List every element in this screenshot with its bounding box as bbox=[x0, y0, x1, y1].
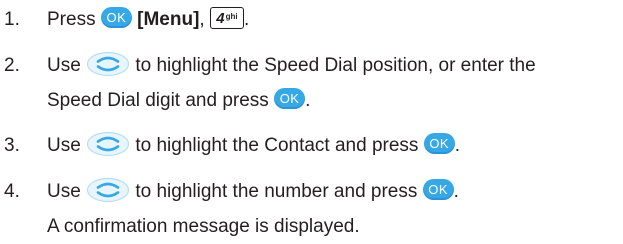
navigation-key-icon bbox=[86, 177, 130, 203]
step-body: Press OK [Menu], 4ghi. bbox=[47, 2, 249, 37]
number-key-4-icon: 4ghi bbox=[209, 6, 244, 29]
step-text: to highlight the Contact and press bbox=[135, 135, 419, 156]
step-number: 3. bbox=[4, 135, 20, 156]
step-text: Press bbox=[47, 9, 96, 30]
step-line: Use to highlight the Contact and press O… bbox=[47, 128, 460, 163]
step-number: 4. bbox=[4, 181, 20, 202]
period: . bbox=[243, 9, 250, 30]
ok-key-icon: OK bbox=[422, 179, 454, 201]
step-line: Use to highlight the number and press OK… bbox=[47, 174, 459, 209]
instruction-steps: 1. Press OK [Menu], 4ghi. 2. Use to high… bbox=[0, 0, 623, 240]
step-line: Press OK [Menu], 4ghi. bbox=[47, 2, 249, 37]
step-body: Use to highlight the Speed Dial position… bbox=[47, 48, 536, 118]
ok-key-icon: OK bbox=[423, 133, 455, 155]
navigation-key-icon bbox=[86, 131, 130, 157]
step-text: A confirmation message is displayed. bbox=[47, 216, 360, 237]
menu-label: [Menu] bbox=[137, 9, 200, 30]
step-line: A confirmation message is displayed. bbox=[47, 209, 459, 244]
comma: , bbox=[199, 9, 205, 30]
ok-key-icon: OK bbox=[274, 88, 306, 110]
step-body: Use to highlight the Contact and press O… bbox=[47, 128, 460, 163]
step-text: Use bbox=[47, 181, 81, 202]
step-text: Use bbox=[47, 135, 81, 156]
step-number: 2. bbox=[4, 55, 20, 76]
step-text: Speed Dial digit and press bbox=[47, 90, 269, 111]
period: . bbox=[305, 90, 311, 111]
period: . bbox=[453, 181, 459, 202]
step-number: 1. bbox=[4, 9, 20, 30]
period: . bbox=[454, 135, 460, 156]
step-line: Speed Dial digit and press OK. bbox=[47, 83, 536, 118]
step-body: Use to highlight the number and press OK… bbox=[47, 174, 459, 244]
step-line: Use to highlight the Speed Dial position… bbox=[47, 48, 536, 83]
key-letters: ghi bbox=[225, 11, 238, 21]
ok-key-icon: OK bbox=[100, 7, 132, 29]
step-text: to highlight the number and press bbox=[135, 181, 418, 202]
step-text: to highlight the Speed Dial position, or… bbox=[135, 55, 536, 76]
navigation-key-icon bbox=[86, 51, 130, 77]
key-digit: 4 bbox=[216, 9, 225, 27]
step-text: Use bbox=[47, 55, 81, 76]
